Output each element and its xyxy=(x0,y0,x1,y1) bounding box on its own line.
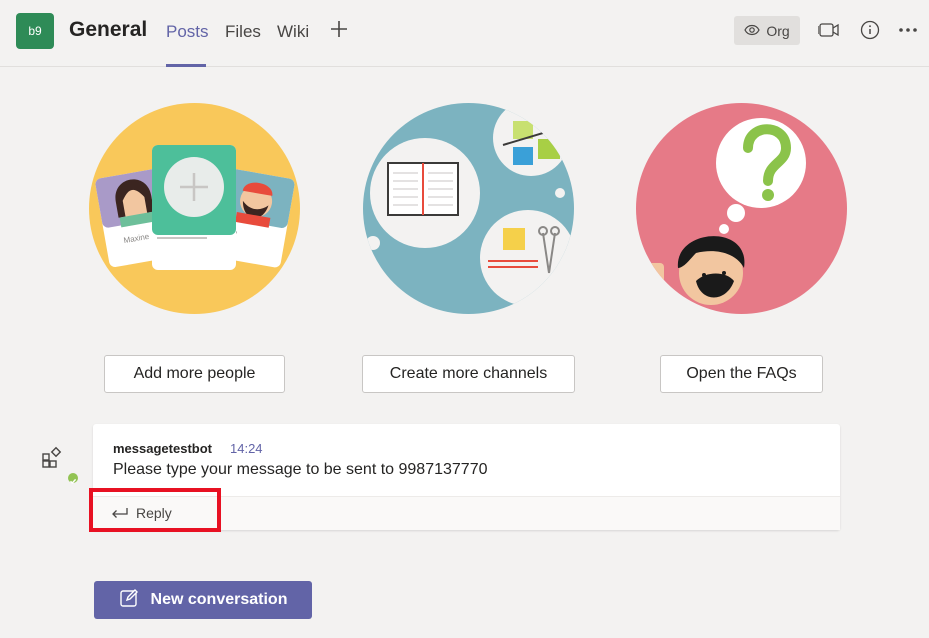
org-button[interactable]: Org xyxy=(734,16,800,45)
tab-wiki[interactable]: Wiki xyxy=(277,22,309,42)
more-options-icon[interactable] xyxy=(897,19,919,41)
info-icon[interactable] xyxy=(859,19,881,41)
tab-posts[interactable]: Posts xyxy=(166,22,209,42)
channel-header: b9 General Posts Files Wiki Org xyxy=(0,0,929,67)
reply-highlight-box xyxy=(89,488,221,532)
tab-files[interactable]: Files xyxy=(225,22,261,42)
add-people-illustration: Maxine ky xyxy=(89,103,300,314)
eye-icon xyxy=(744,23,760,39)
faq-illustration xyxy=(636,103,847,314)
presence-available-icon xyxy=(66,471,80,485)
new-conversation-button[interactable]: New conversation xyxy=(94,581,312,619)
channel-title: General xyxy=(69,18,148,41)
app-icon xyxy=(41,446,65,475)
message-text: Please type your message to be sent to 9… xyxy=(113,461,488,478)
open-faqs-button[interactable]: Open the FAQs xyxy=(660,355,823,393)
create-more-channels-button[interactable]: Create more channels xyxy=(362,355,575,393)
active-tab-indicator xyxy=(166,64,206,67)
message-timestamp: 14:24 xyxy=(230,441,263,456)
meet-now-icon[interactable] xyxy=(818,19,840,41)
add-more-people-button[interactable]: Add more people xyxy=(104,355,285,393)
add-tab-icon[interactable] xyxy=(329,20,349,42)
message-sender[interactable]: messagetestbot xyxy=(113,441,212,456)
org-label: Org xyxy=(766,22,790,39)
new-conversation-label: New conversation xyxy=(150,591,288,608)
compose-icon xyxy=(119,588,139,613)
team-avatar[interactable]: b9 xyxy=(16,13,54,49)
create-channels-illustration xyxy=(363,103,574,314)
